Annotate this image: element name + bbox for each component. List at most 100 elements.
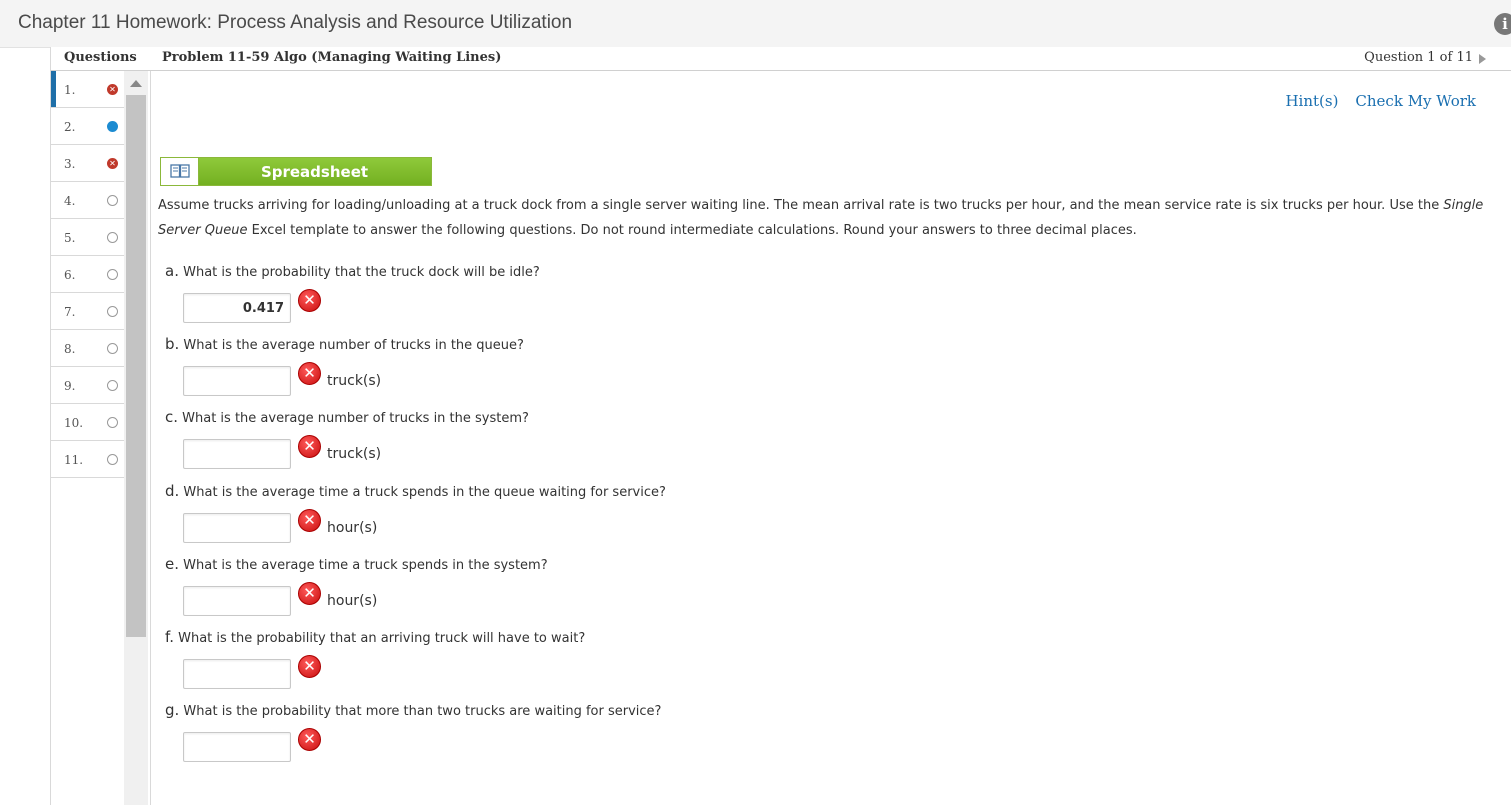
- incorrect-x-icon: ✕: [298, 289, 321, 312]
- answer-row-b: ✕ truck(s): [183, 362, 381, 396]
- incorrect-x-icon: ✕: [298, 435, 321, 458]
- unit-label: truck(s): [327, 446, 382, 462]
- question-number: 5.: [64, 231, 76, 245]
- question-number: 9.: [64, 379, 76, 393]
- part-text: What is the probability that more than t…: [179, 704, 662, 719]
- part-text: What is the probability that the truck d…: [178, 265, 540, 280]
- question-item[interactable]: 6.: [51, 256, 124, 293]
- part-letter: g.: [165, 701, 180, 719]
- question-number: 1.: [64, 83, 76, 97]
- unanswered-icon: [107, 454, 118, 465]
- question-part-c: c. What is the average number of trucks …: [165, 408, 529, 426]
- question-list: 1. ✕ 2. 3. ✕ 4. 5. 6. 7. 8. 9. 10. 11.: [51, 71, 124, 478]
- unanswered-icon: [107, 269, 118, 280]
- answer-input[interactable]: [183, 439, 291, 469]
- incorrect-icon: ✕: [107, 158, 118, 169]
- answer-row-d: ✕ hour(s): [183, 509, 377, 543]
- part-letter: a.: [165, 262, 179, 280]
- incorrect-x-icon: ✕: [298, 728, 321, 751]
- scroll-up-icon[interactable]: [130, 80, 142, 87]
- answer-input[interactable]: [183, 732, 291, 762]
- book-icon: [161, 158, 199, 185]
- info-icon[interactable]: i: [1494, 13, 1511, 35]
- statement-text: Assume trucks arriving for loading/unloa…: [158, 198, 1444, 213]
- question-number: 6.: [64, 268, 76, 282]
- question-part-a: a. What is the probability that the truc…: [165, 262, 540, 280]
- spreadsheet-button[interactable]: Spreadsheet: [160, 157, 432, 186]
- answer-input[interactable]: [183, 293, 291, 323]
- current-question-icon: [107, 121, 118, 132]
- part-letter: f.: [165, 628, 174, 646]
- next-question-icon[interactable]: [1479, 54, 1486, 64]
- unanswered-icon: [107, 380, 118, 391]
- part-letter: b.: [165, 335, 180, 353]
- question-part-b: b. What is the average number of trucks …: [165, 335, 524, 353]
- spreadsheet-label: Spreadsheet: [260, 163, 369, 181]
- help-links: Hint(s) Check My Work: [1268, 92, 1476, 110]
- unit-label: truck(s): [327, 373, 382, 389]
- answer-row-c: ✕ truck(s): [183, 435, 381, 469]
- assignment-title: Chapter 11 Homework: Process Analysis an…: [18, 12, 573, 33]
- question-number: 11.: [64, 453, 84, 467]
- header-row: Questions Problem 11-59 Algo (Managing W…: [51, 47, 1511, 71]
- unanswered-icon: [107, 343, 118, 354]
- question-number: 3.: [64, 157, 76, 171]
- answer-row-f: ✕: [183, 655, 321, 689]
- unanswered-icon: [107, 417, 118, 428]
- unit-label: hour(s): [327, 520, 378, 536]
- answer-row-a: ✕: [183, 289, 321, 323]
- unanswered-icon: [107, 195, 118, 206]
- question-number: 10.: [64, 416, 84, 430]
- incorrect-x-icon: ✕: [298, 655, 321, 678]
- part-text: What is the average time a truck spends …: [179, 558, 548, 573]
- answer-row-e: ✕ hour(s): [183, 582, 377, 616]
- part-text: What is the average time a truck spends …: [179, 485, 666, 500]
- question-item[interactable]: 11.: [51, 441, 124, 478]
- title-bar: Chapter 11 Homework: Process Analysis an…: [0, 0, 1511, 48]
- answer-input[interactable]: [183, 513, 291, 543]
- answer-input[interactable]: [183, 659, 291, 689]
- question-part-g: g. What is the probability that more tha…: [165, 701, 661, 719]
- question-item[interactable]: 7.: [51, 293, 124, 330]
- frame-divider: [150, 47, 151, 805]
- part-letter: e.: [165, 555, 179, 573]
- questions-label: Questions: [64, 50, 137, 65]
- unit-label: hour(s): [327, 593, 378, 609]
- question-item[interactable]: 5.: [51, 219, 124, 256]
- question-position: Question 1 of 11: [1364, 50, 1473, 65]
- problem-statement: Assume trucks arriving for loading/unloa…: [158, 193, 1493, 243]
- incorrect-x-icon: ✕: [298, 509, 321, 532]
- question-number: 7.: [64, 305, 76, 319]
- question-number: 4.: [64, 194, 76, 208]
- question-item[interactable]: 1. ✕: [51, 71, 124, 108]
- question-item[interactable]: 3. ✕: [51, 145, 124, 182]
- part-text: What is the average number of trucks in …: [178, 411, 529, 426]
- question-item[interactable]: 9.: [51, 367, 124, 404]
- answer-input[interactable]: [183, 366, 291, 396]
- question-item[interactable]: 8.: [51, 330, 124, 367]
- question-number: 2.: [64, 120, 76, 134]
- question-number: 8.: [64, 342, 76, 356]
- question-part-d: d. What is the average time a truck spen…: [165, 482, 666, 500]
- part-letter: c.: [165, 408, 179, 426]
- check-my-work-link[interactable]: Check My Work: [1355, 92, 1476, 110]
- incorrect-icon: ✕: [107, 84, 118, 95]
- question-part-f: f. What is the probability that an arriv…: [165, 628, 585, 646]
- unanswered-icon: [107, 306, 118, 317]
- hint-link[interactable]: Hint(s): [1285, 92, 1338, 110]
- statement-text: Excel template to answer the following q…: [247, 223, 1137, 238]
- answer-input[interactable]: [183, 586, 291, 616]
- answer-row-g: ✕: [183, 728, 321, 762]
- question-item[interactable]: 10.: [51, 404, 124, 441]
- question-item[interactable]: 2.: [51, 108, 124, 145]
- incorrect-x-icon: ✕: [298, 582, 321, 605]
- question-item[interactable]: 4.: [51, 182, 124, 219]
- scrollbar-thumb[interactable]: [126, 95, 146, 637]
- part-letter: d.: [165, 482, 180, 500]
- part-text: What is the probability that an arriving…: [173, 631, 586, 646]
- incorrect-x-icon: ✕: [298, 362, 321, 385]
- part-text: What is the average number of trucks in …: [179, 338, 524, 353]
- question-part-e: e. What is the average time a truck spen…: [165, 555, 548, 573]
- unanswered-icon: [107, 232, 118, 243]
- problem-title: Problem 11-59 Algo (Managing Waiting Lin…: [162, 50, 502, 65]
